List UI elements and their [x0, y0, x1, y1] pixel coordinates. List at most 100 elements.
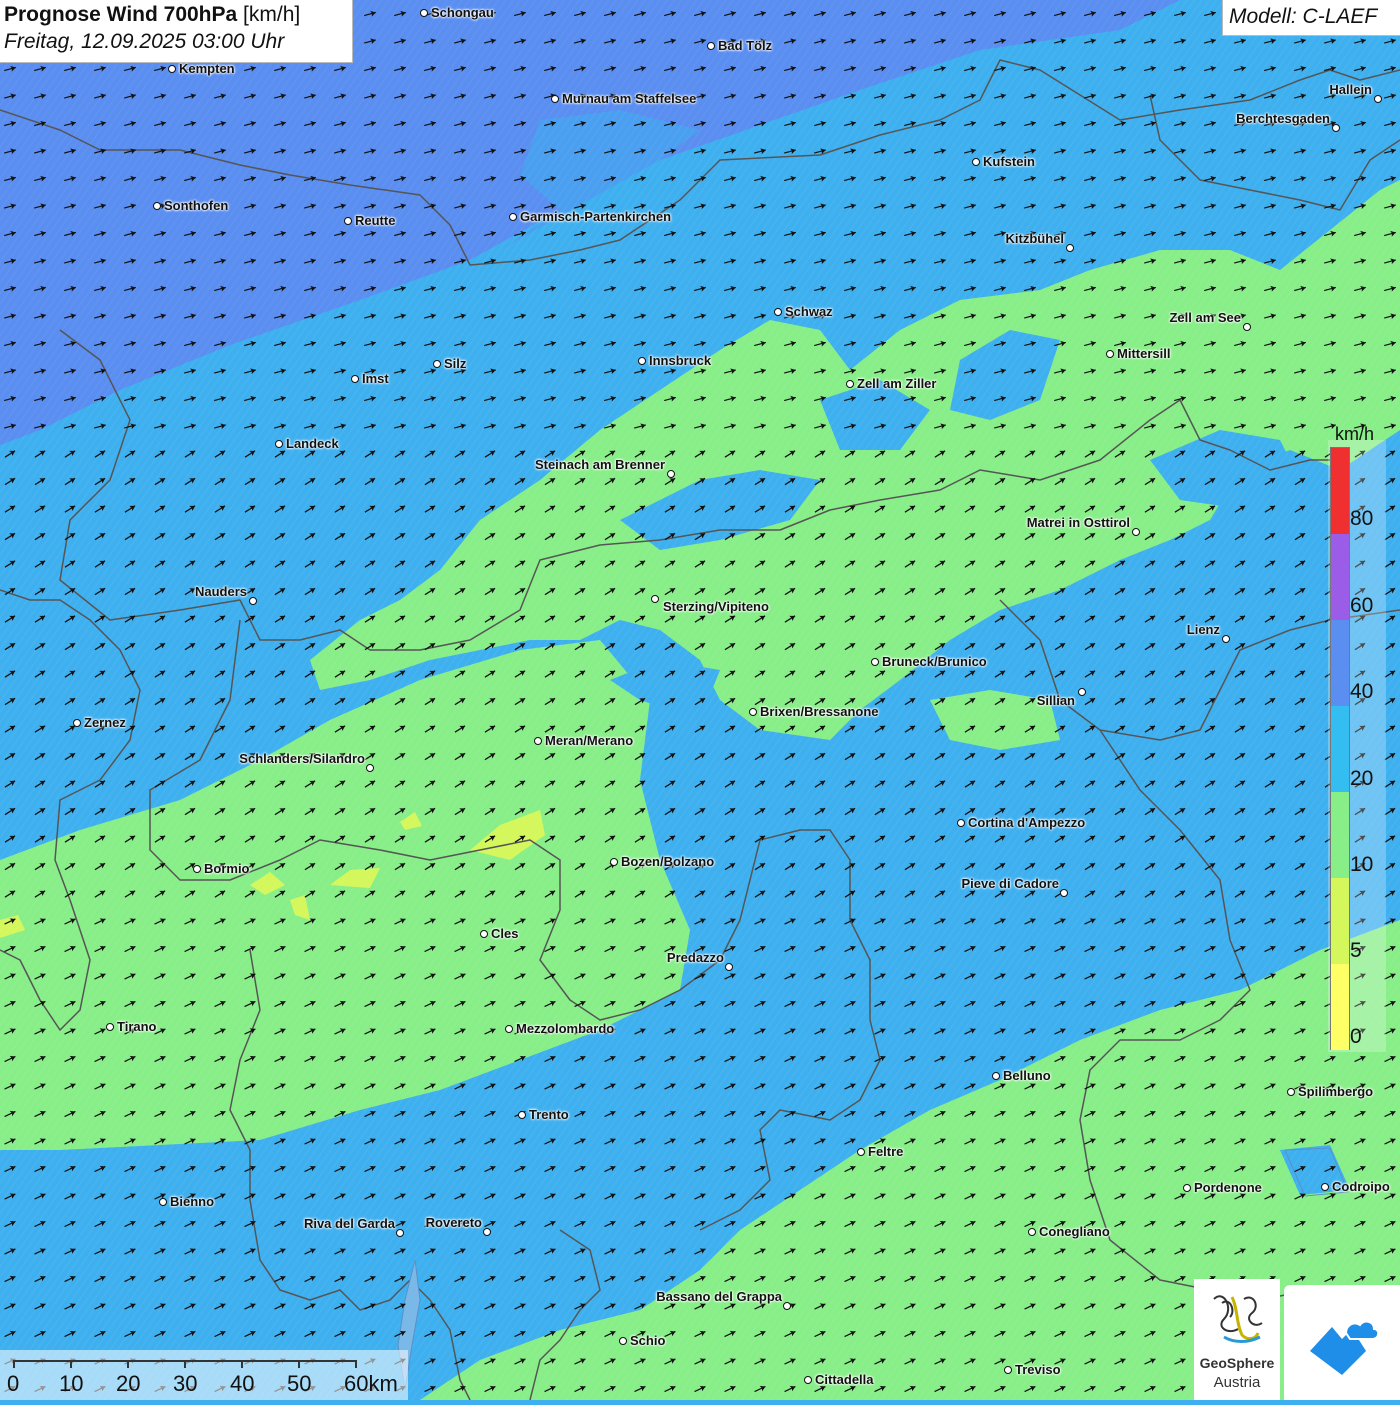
- place-marker: [774, 308, 782, 316]
- forecast-date: Freitag, 12.09.2025 03:00 Uhr: [4, 30, 285, 53]
- place-label: Treviso: [1015, 1362, 1061, 1377]
- legend-label: 80: [1350, 507, 1374, 530]
- place-marker: [1374, 95, 1382, 103]
- scale-tick: [355, 1360, 357, 1368]
- scale-tick: [70, 1360, 72, 1368]
- place-marker: [420, 9, 428, 17]
- place-label: Cles: [491, 926, 519, 941]
- place-marker: [1078, 688, 1086, 696]
- place-label: Schlanders/Silandro: [239, 751, 365, 766]
- place-label: Mittersill: [1117, 346, 1171, 361]
- legend-label: 20: [1350, 767, 1374, 790]
- place-marker: [159, 1198, 167, 1206]
- place-label: Schwaz: [785, 304, 833, 319]
- geosphere-logo[interactable]: GeoSphere Austria: [1194, 1279, 1280, 1400]
- place-label: Meran/Merano: [545, 733, 634, 748]
- place-marker: [351, 375, 359, 383]
- place-label: Kufstein: [983, 154, 1035, 169]
- place-label: Bozen/Bolzano: [621, 854, 715, 869]
- model-label: Modell: C-LAEF: [1222, 0, 1400, 36]
- legend-swatch: [1331, 964, 1349, 1050]
- legend-label: 10: [1350, 853, 1374, 876]
- place-marker: [804, 1376, 812, 1384]
- place-label: Innsbruck: [649, 353, 712, 368]
- place-marker: [483, 1228, 491, 1236]
- geosphere-emblem-icon: [1213, 1295, 1263, 1343]
- place-marker: [992, 1072, 1000, 1080]
- scale-label: 30: [173, 1371, 198, 1396]
- place-label: Bormio: [204, 861, 250, 876]
- scale-label: 60km: [344, 1371, 398, 1396]
- place-label: Cortina d'Ampezzo: [968, 815, 1086, 830]
- place-label: Tirano: [117, 1019, 157, 1034]
- place-marker: [396, 1229, 404, 1237]
- place-marker: [857, 1148, 865, 1156]
- place-marker: [725, 963, 733, 971]
- place-marker: [518, 1111, 526, 1119]
- place-label: Feltre: [868, 1144, 904, 1159]
- place-label: Riva del Garda: [303, 1216, 395, 1231]
- place-marker: [366, 764, 374, 772]
- legend-swatch: [1331, 534, 1349, 620]
- color-legend: [1330, 447, 1350, 1050]
- scale-tick: [184, 1360, 186, 1368]
- place-label: Bruneck/Brunico: [882, 654, 987, 669]
- map-unit: [km/h]: [243, 3, 301, 26]
- place-label: Nauders: [194, 584, 247, 599]
- place-label: Codroipo: [1332, 1179, 1390, 1194]
- place-marker: [1321, 1183, 1329, 1191]
- legend-label: 5: [1350, 939, 1362, 962]
- place-label: Bienno: [170, 1194, 215, 1209]
- place-label: Zell am See: [1169, 310, 1241, 325]
- place-marker: [193, 865, 201, 873]
- place-marker: [106, 1023, 114, 1031]
- place-label: Belluno: [1003, 1068, 1051, 1083]
- map-title: Prognose Wind 700hPa: [4, 3, 238, 26]
- scale-tick: [13, 1360, 15, 1368]
- scale-label: 50: [287, 1371, 312, 1396]
- legend-swatch: [1331, 792, 1349, 878]
- app-logo[interactable]: [1284, 1285, 1400, 1400]
- place-label: Predazzo: [666, 950, 724, 965]
- place-label: Mezzolombardo: [516, 1021, 615, 1036]
- place-marker: [619, 1337, 627, 1345]
- place-label: Landeck: [286, 436, 339, 451]
- place-marker: [846, 380, 854, 388]
- place-label: Pordenone: [1194, 1180, 1262, 1195]
- place-label: Kitzbühel: [1005, 231, 1065, 246]
- place-marker: [433, 360, 441, 368]
- scale-bar: 0 10 20 30 40 50 60km: [0, 1350, 408, 1400]
- place-marker: [1028, 1228, 1036, 1236]
- place-label: Reutte: [355, 213, 396, 228]
- place-marker: [344, 217, 352, 225]
- place-marker: [638, 357, 646, 365]
- place-marker: [610, 858, 618, 866]
- scale-label: 20: [116, 1371, 141, 1396]
- place-marker: [749, 708, 757, 716]
- legend-swatch: [1331, 448, 1349, 534]
- austria-text: Austria: [1213, 1374, 1261, 1391]
- place-label: Sonthofen: [164, 198, 229, 213]
- mountain-cloud-icon: [1310, 1320, 1380, 1375]
- place-label: Murnau am Staffelsee: [562, 91, 697, 106]
- place-label: Schongau: [431, 5, 494, 20]
- scale-label: 0: [7, 1371, 20, 1396]
- scale-tick: [127, 1360, 129, 1368]
- place-marker: [534, 737, 542, 745]
- place-marker: [783, 1302, 791, 1310]
- place-marker: [153, 202, 161, 210]
- place-marker: [1004, 1366, 1012, 1374]
- place-label: Imst: [362, 371, 389, 386]
- place-marker: [707, 42, 715, 50]
- place-label: Schio: [630, 1333, 666, 1348]
- place-marker: [551, 95, 559, 103]
- place-label: Conegliano: [1039, 1224, 1110, 1239]
- place-label: Lienz: [1186, 622, 1220, 637]
- place-label: Bassano del Grappa: [656, 1289, 782, 1304]
- place-label: Sillian: [1036, 693, 1075, 708]
- place-marker: [168, 65, 176, 73]
- legend-swatch: [1331, 878, 1349, 964]
- place-label: Trento: [529, 1107, 569, 1122]
- place-label: Kempten: [179, 61, 235, 76]
- place-marker: [73, 719, 81, 727]
